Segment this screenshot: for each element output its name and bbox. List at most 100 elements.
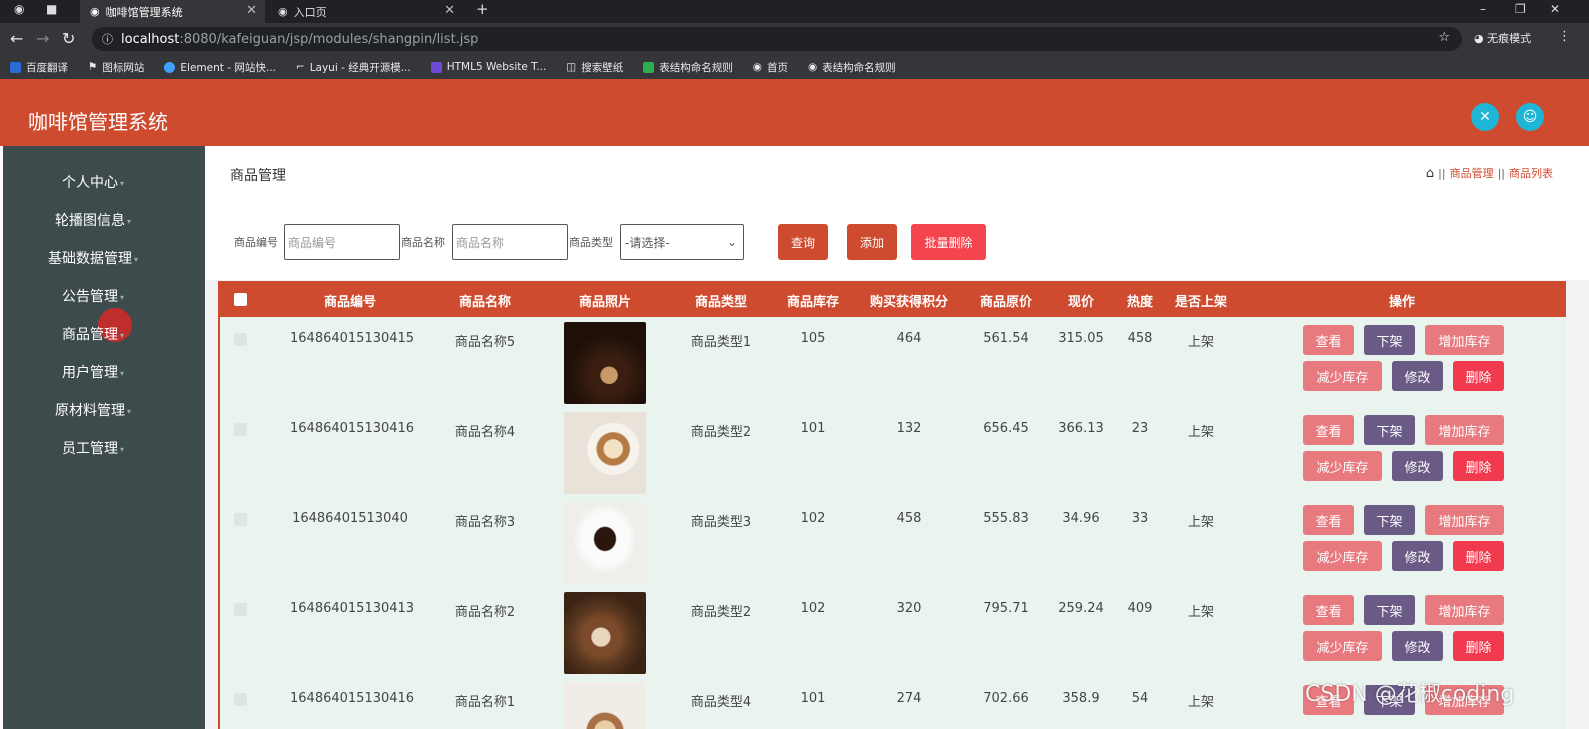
watermark: CSDN @花椒coding: [1305, 682, 1515, 707]
sidebar-item-products[interactable]: 商品管理 ▾: [3, 324, 183, 344]
add-stock-button[interactable]: 增加库存: [1425, 415, 1504, 445]
info-icon: ⓘ: [102, 33, 113, 46]
address-bar: ← → ↻ ⓘ localhost:8080/kafeiguan/jsp/mod…: [0, 23, 1589, 55]
table-row: 164864015130416 商品名称4 商品类型2 101 132 656.…: [220, 407, 1566, 497]
offshelf-button[interactable]: 下架: [1364, 505, 1415, 535]
row-checkbox[interactable]: [234, 333, 247, 346]
url-input[interactable]: ⓘ localhost:8080/kafeiguan/jsp/modules/s…: [92, 27, 1462, 51]
browser-tab-active[interactable]: ◉ 咖啡馆管理系统 ✕: [80, 0, 265, 23]
view-button[interactable]: 查看: [1303, 595, 1354, 625]
column-header: 是否上架: [1174, 295, 1227, 310]
name-search-input[interactable]: 商品名称: [452, 224, 568, 260]
view-button[interactable]: 查看: [1303, 325, 1354, 355]
offshelf-button[interactable]: 下架: [1364, 595, 1415, 625]
sidebar-item-base-data[interactable]: 基础数据管理 ▾: [3, 248, 183, 268]
reload-icon[interactable]: ↻: [62, 29, 75, 48]
cell-points: 132: [896, 421, 922, 436]
cell-original-price: 702.66: [983, 691, 1029, 706]
sidebar-item-staff[interactable]: 员工管理 ▾: [3, 438, 183, 458]
layui-icon: ⌐: [295, 61, 305, 73]
cell-original-price: 561.54: [983, 331, 1029, 346]
table-header: 商品编号 商品名称 商品照片 商品类型 商品库存 购买获得积分 商品原价 现价 …: [220, 281, 1566, 317]
delete-button[interactable]: 删除: [1453, 451, 1504, 481]
sidebar-item-carousel[interactable]: 轮播图信息 ▾: [3, 210, 183, 230]
forward-icon[interactable]: →: [36, 29, 49, 48]
reduce-stock-button[interactable]: 减少库存: [1303, 451, 1382, 481]
bookmark-item[interactable]: ◫ 搜索壁纸: [566, 60, 623, 75]
home-icon[interactable]: ⌂: [1426, 166, 1434, 181]
bookmark-star-icon[interactable]: ☆: [1438, 30, 1450, 45]
breadcrumb-item[interactable]: 商品管理: [1450, 165, 1494, 181]
code-search-input[interactable]: 商品编号: [284, 224, 400, 260]
close-window-icon[interactable]: ✕: [1550, 2, 1560, 16]
user-icon[interactable]: ☺: [1516, 103, 1544, 131]
row-checkbox[interactable]: [234, 603, 247, 616]
bookmark-item[interactable]: ⚑ 图标网站: [88, 60, 144, 75]
caret-down-icon: ▾: [133, 254, 138, 264]
bookmark-item[interactable]: ⌐ Layui - 经典开源模...: [296, 60, 411, 75]
row-checkbox[interactable]: [234, 693, 247, 706]
add-stock-button[interactable]: 增加库存: [1425, 595, 1504, 625]
bookmark-item[interactable]: ◉ 表结构命名规则: [808, 60, 896, 75]
column-header: 操作: [1388, 295, 1415, 310]
cell-name: 商品名称5: [454, 335, 516, 350]
batch-delete-button[interactable]: 批量删除: [911, 224, 986, 260]
reduce-stock-button[interactable]: 减少库存: [1303, 541, 1382, 571]
browser-tab[interactable]: ◉ 入口页 ✕: [268, 0, 463, 23]
back-icon[interactable]: ←: [10, 29, 23, 48]
delete-button[interactable]: 删除: [1453, 361, 1504, 391]
row-checkbox[interactable]: [234, 513, 247, 526]
html5-icon: [430, 61, 442, 73]
offshelf-button[interactable]: 下架: [1364, 415, 1415, 445]
sheet-icon: [643, 61, 655, 73]
bookmark-item[interactable]: 百度翻译: [10, 60, 68, 75]
browser-menu-icon[interactable]: ⋮: [1558, 29, 1571, 44]
bookmark-item[interactable]: 表结构命名规则: [643, 60, 733, 75]
new-tab-icon[interactable]: +: [476, 0, 489, 18]
query-button[interactable]: 查询: [778, 224, 828, 260]
row-checkbox[interactable]: [234, 423, 247, 436]
view-button[interactable]: 查看: [1303, 505, 1354, 535]
fullscreen-icon[interactable]: ✕: [1471, 103, 1499, 131]
minimize-icon[interactable]: –: [1480, 2, 1486, 16]
cell-points: 464: [896, 331, 922, 346]
view-button[interactable]: 查看: [1303, 415, 1354, 445]
tab-close-icon[interactable]: ✕: [246, 3, 257, 18]
column-header: 商品名称: [458, 295, 511, 310]
restore-icon[interactable]: ❐: [1515, 2, 1526, 16]
edit-button[interactable]: 修改: [1392, 631, 1443, 661]
reduce-stock-button[interactable]: 减少库存: [1303, 361, 1382, 391]
type-select[interactable]: -请选择- ⌄: [620, 224, 744, 260]
incognito-profile[interactable]: ◕ 无痕模式: [1474, 30, 1531, 46]
column-header: 购买获得积分: [869, 295, 948, 310]
offshelf-button[interactable]: 下架: [1364, 325, 1415, 355]
select-all-checkbox[interactable]: [234, 293, 247, 306]
delete-button[interactable]: 删除: [1453, 541, 1504, 571]
edit-button[interactable]: 修改: [1392, 361, 1443, 391]
tab-close-icon[interactable]: ✕: [444, 3, 455, 18]
window-icon: ■: [46, 2, 58, 16]
cell-type: 商品类型1: [690, 335, 752, 350]
sidebar-item-materials[interactable]: 原材料管理 ▾: [3, 400, 183, 420]
add-stock-button[interactable]: 增加库存: [1425, 505, 1504, 535]
sidebar-item-profile[interactable]: 个人中心 ▾: [3, 172, 183, 192]
page-title: 商品管理: [230, 168, 286, 184]
cell-name: 商品名称1: [454, 695, 516, 710]
tab-title: 咖啡馆管理系统: [105, 5, 183, 19]
cell-price: 315.05: [1058, 331, 1104, 346]
element-icon: [164, 61, 176, 73]
globe-icon: ◉: [807, 61, 818, 73]
reduce-stock-button[interactable]: 减少库存: [1303, 631, 1382, 661]
edit-button[interactable]: 修改: [1392, 451, 1443, 481]
sidebar-item-notices[interactable]: 公告管理 ▾: [3, 286, 183, 306]
sidebar-item-users[interactable]: 用户管理 ▾: [3, 362, 183, 382]
sidebar: 个人中心 ▾ 轮播图信息 ▾ 基础数据管理 ▾ 公告管理 ▾ 商品管理 ▾ 用户管理 ▾ 原…: [3, 146, 205, 729]
bookmark-item[interactable]: ◉ 首页: [753, 60, 788, 75]
column-header: 现价: [1067, 295, 1094, 310]
bookmark-item[interactable]: Element - 网站快...: [164, 60, 276, 75]
delete-button[interactable]: 删除: [1453, 631, 1504, 661]
add-stock-button[interactable]: 增加库存: [1425, 325, 1504, 355]
add-button[interactable]: 添加: [847, 224, 897, 260]
edit-button[interactable]: 修改: [1392, 541, 1443, 571]
bookmark-item[interactable]: HTML5 Website T...: [430, 61, 546, 73]
